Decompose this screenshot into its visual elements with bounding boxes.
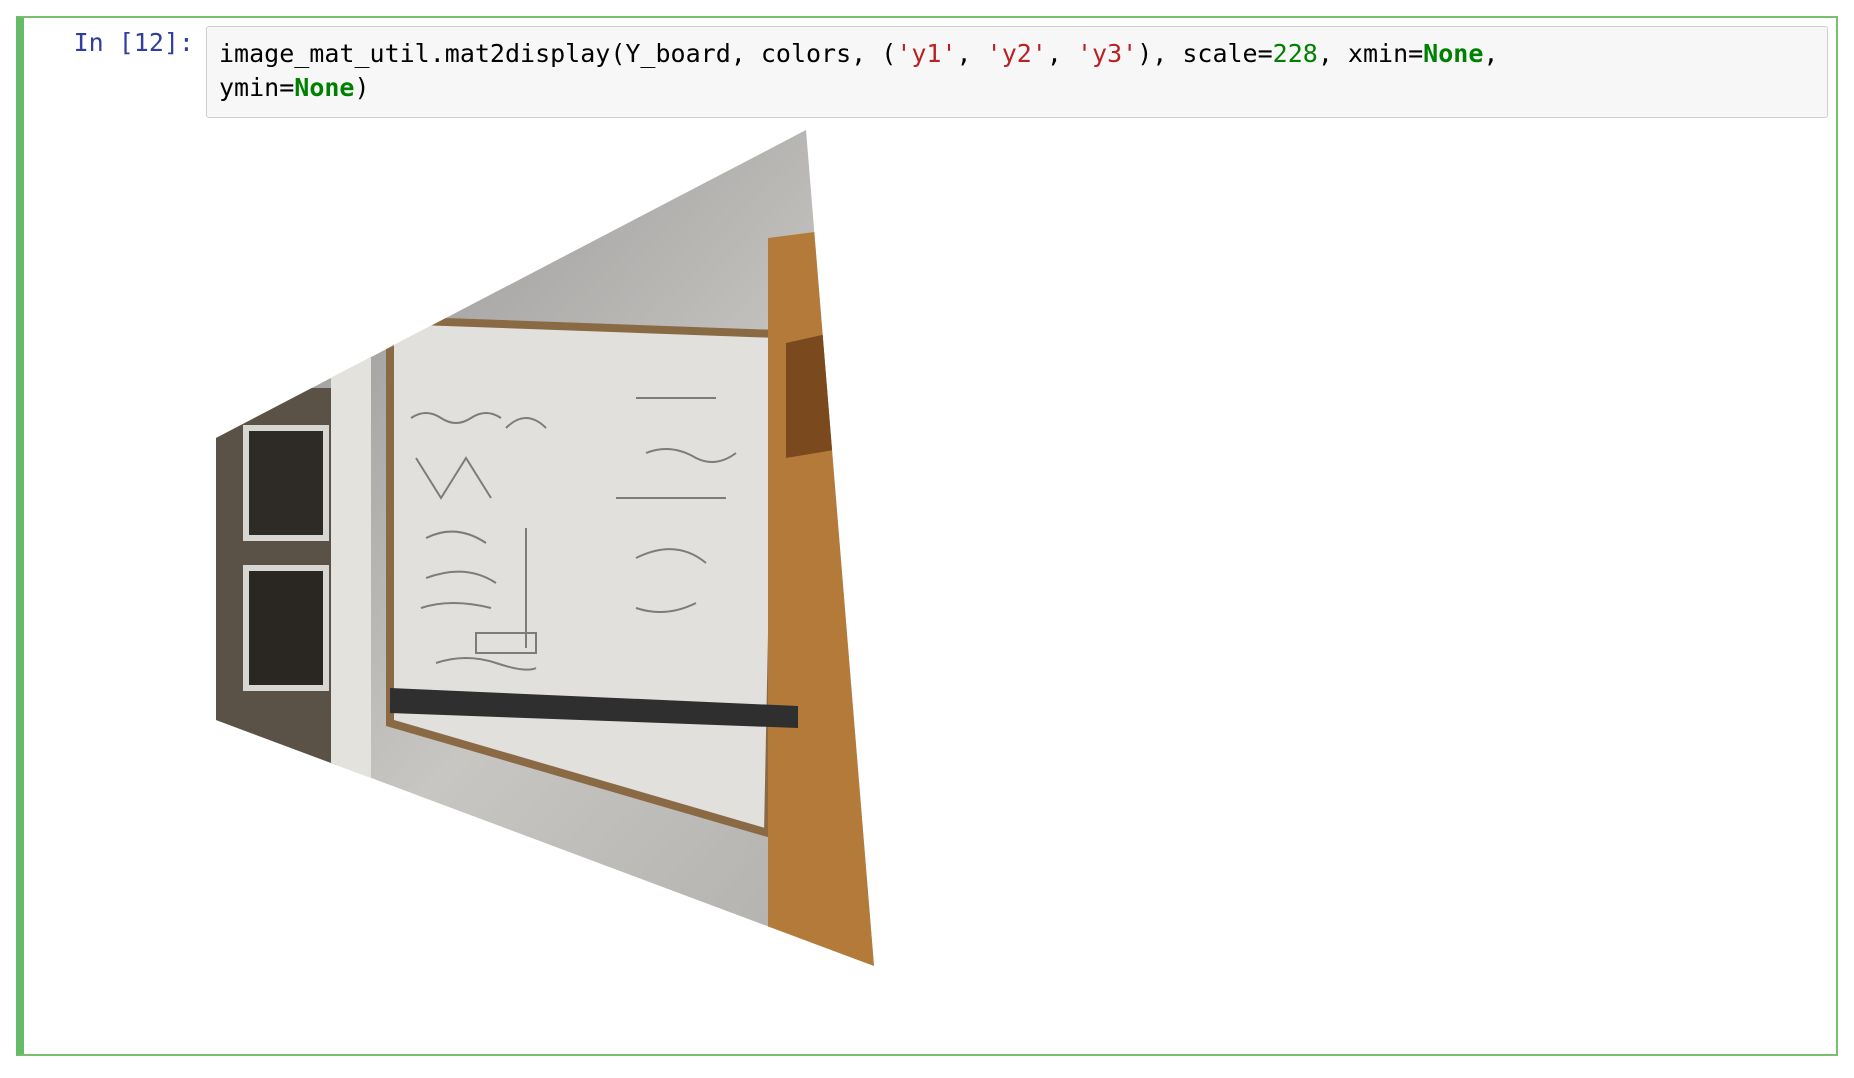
code-token: ), scale= (1137, 39, 1273, 68)
code-token: , (1046, 39, 1077, 68)
code-line-2: ymin=None) (219, 71, 1815, 105)
code-token: ) (354, 73, 370, 102)
code-token: 228 (1272, 39, 1318, 68)
code-line-1: image_mat_util.mat2display(Y_board, colo… (219, 37, 1815, 71)
input-prompt: In [12]: (73, 28, 194, 57)
code-token: , (956, 39, 987, 68)
code-token: , (1483, 39, 1499, 68)
code-token: ymin= (219, 73, 295, 102)
code-token: , xmin= (1317, 39, 1424, 68)
code-token: None (294, 73, 355, 102)
code-input[interactable]: image_mat_util.mat2display(Y_board, colo… (206, 26, 1828, 118)
code-token: 'y2' (986, 39, 1047, 68)
output-image (216, 130, 874, 966)
code-token: None (1423, 39, 1484, 68)
code-token: 'y1' (896, 39, 957, 68)
code-token: image_mat_util.mat2display(Y_board, colo… (219, 39, 897, 68)
code-token: 'y3' (1076, 39, 1138, 68)
